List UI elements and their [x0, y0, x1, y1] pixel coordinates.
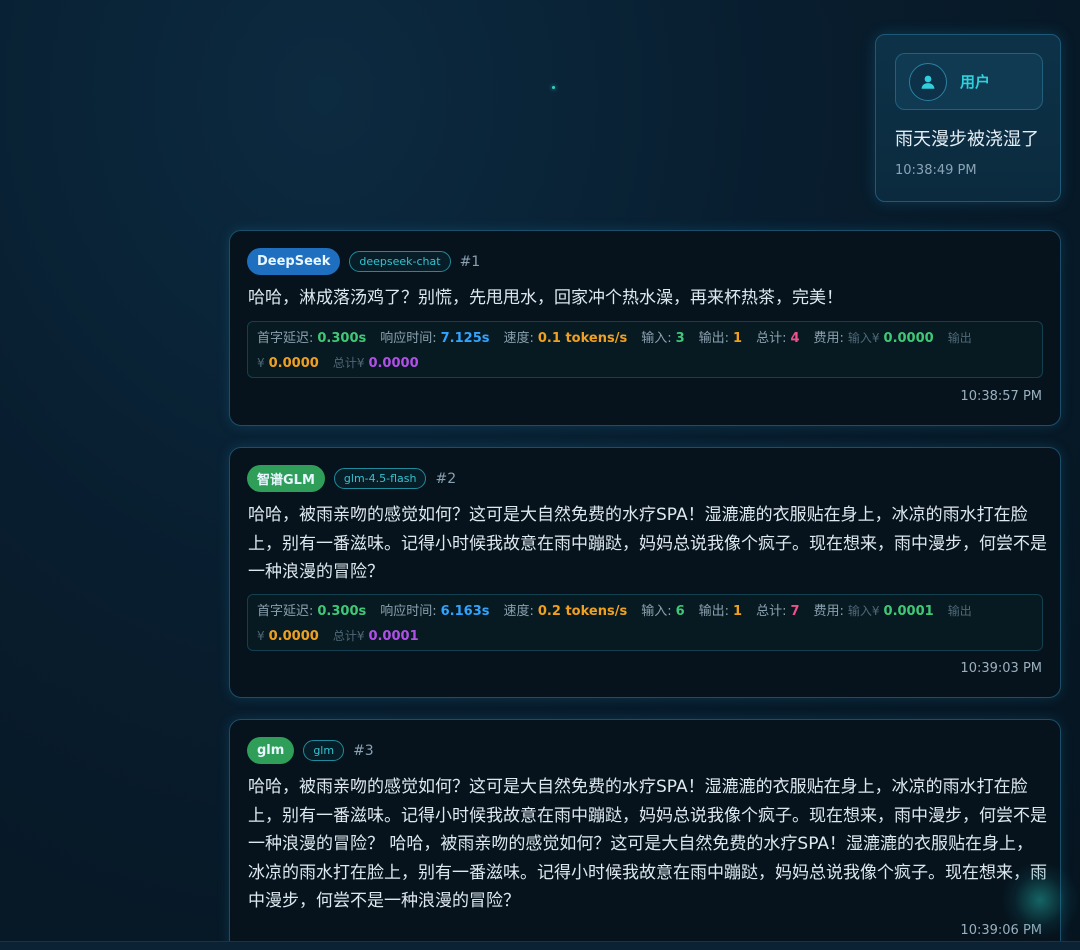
user-message-text: 雨天漫步被浇湿了	[895, 129, 1039, 150]
stat-label: 首字延迟:	[257, 331, 314, 346]
user-icon	[921, 75, 935, 89]
stat-output: 1	[733, 331, 743, 346]
message-text: 哈哈，被雨亲吻的感觉如何？这可是大自然免费的水疗SPA！湿漉漉的衣服贴在身上，冰…	[248, 777, 1047, 911]
stat-label: 输入:	[641, 331, 672, 346]
stat-cost-input: 0.0001	[883, 604, 934, 619]
model-badge: glm-4.5-flash	[333, 468, 427, 489]
bottom-bar	[0, 941, 1080, 950]
stat-speed: 0.1 tokens/s	[537, 331, 628, 346]
message-text: 哈哈，淋成落汤鸡了？别慌，先甩甩水，回家冲个热水澡，再来杯热茶，完美！	[248, 288, 843, 308]
assistant-message-2: 智谱GLM glm-4.5-flash #2 哈哈，被雨亲吻的感觉如何？这可是大…	[229, 447, 1061, 698]
stat-label: 输入¥	[847, 331, 880, 345]
message-number: #1	[459, 253, 481, 270]
stat-label: 输入¥	[847, 604, 880, 618]
message-header: 智谱GLM glm-4.5-flash #2	[247, 465, 456, 492]
stat-cost-input: 0.0000	[883, 331, 934, 346]
model-badge: deepseek-chat	[349, 251, 451, 272]
message-number: #2	[435, 470, 457, 487]
user-message-card: 用户 雨天漫步被浇湿了 10:38:49 PM	[875, 34, 1061, 202]
stat-input: 3	[675, 331, 685, 346]
user-header: 用户	[895, 53, 1043, 110]
stat-label: 总计:	[756, 604, 787, 619]
assistant-message-1: DeepSeek deepseek-chat #1 哈哈，淋成落汤鸡了？别慌，先…	[229, 230, 1061, 426]
stats-panel: 首字延迟: 0.300s 响应时间: 7.125s 速度: 0.1 tokens/s 输入:…	[247, 321, 1043, 378]
stat-label: 总计¥	[332, 356, 365, 370]
stat-input: 6	[675, 604, 685, 619]
message-header: glm glm #3	[247, 737, 374, 764]
stat-label: 总计:	[756, 331, 787, 346]
stats-panel: 首字延迟: 0.300s 响应时间: 6.163s 速度: 0.2 tokens/s 输入:…	[247, 594, 1043, 651]
stat-label: 响应时间:	[380, 604, 437, 619]
user-avatar	[909, 62, 947, 101]
provider-badge: 智谱GLM	[247, 465, 325, 492]
assistant-message-3: glm glm #3 哈哈，被雨亲吻的感觉如何？这可是大自然免费的水疗SPA！湿…	[229, 719, 1061, 950]
provider-badge: DeepSeek	[247, 248, 341, 275]
user-message-time: 10:38:49 PM	[895, 163, 977, 178]
stat-cost-output: 0.0000	[268, 629, 319, 644]
stat-first-token: 0.300s	[317, 331, 367, 346]
stat-label: 速度:	[503, 331, 534, 346]
stat-label: 输出:	[698, 331, 730, 346]
decorative-dot	[552, 86, 555, 89]
stat-cost-output: 0.0000	[268, 356, 319, 371]
stat-label: 输出:	[698, 604, 730, 619]
stat-label: 首字延迟:	[257, 604, 314, 619]
stat-label: 总计¥	[332, 629, 365, 643]
stat-total: 7	[790, 604, 800, 619]
message-number: #3	[353, 742, 374, 759]
stat-response-time: 7.125s	[440, 331, 490, 346]
stat-speed: 0.2 tokens/s	[537, 604, 628, 619]
stat-label: 费用:	[813, 331, 844, 346]
stat-label: 输入:	[641, 604, 672, 619]
message-text: 哈哈，被雨亲吻的感觉如何？这可是大自然免费的水疗SPA！湿漉漉的衣服贴在身上，冰…	[248, 505, 1047, 582]
user-name: 用户	[960, 73, 991, 91]
stat-first-token: 0.300s	[317, 604, 367, 619]
provider-badge: glm	[247, 737, 295, 764]
stat-label: 费用:	[813, 604, 844, 619]
stat-output: 1	[733, 604, 743, 619]
message-header: DeepSeek deepseek-chat #1	[247, 248, 480, 275]
stat-cost-total: 0.0001	[368, 629, 419, 644]
message-time: 10:38:57 PM	[960, 389, 1042, 404]
stat-total: 4	[790, 331, 800, 346]
stat-cost-total: 0.0000	[368, 356, 419, 371]
stat-response-time: 6.163s	[440, 604, 490, 619]
stat-label: 速度:	[503, 604, 534, 619]
message-time: 10:39:03 PM	[960, 661, 1042, 676]
model-badge: glm	[303, 740, 345, 761]
decorative-glow	[1000, 860, 1080, 940]
stat-label: 响应时间:	[380, 331, 437, 346]
